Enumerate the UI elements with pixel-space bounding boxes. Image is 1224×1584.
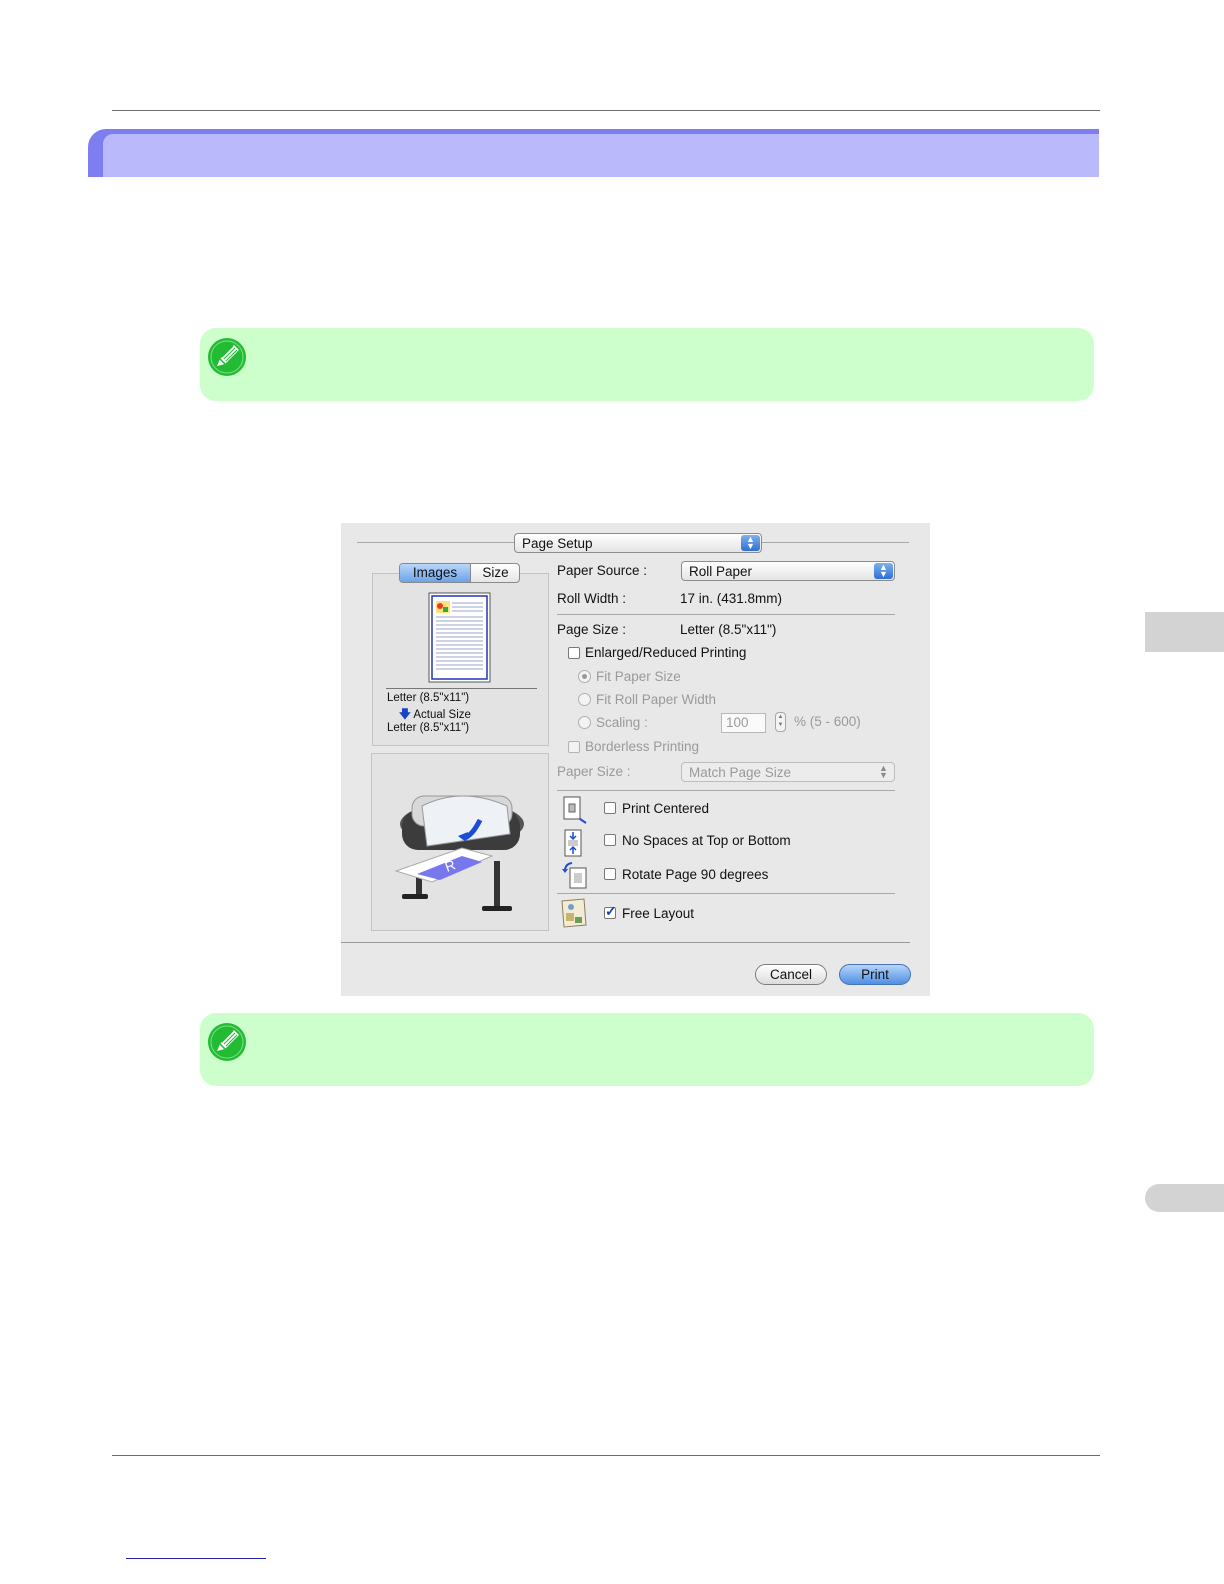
page-size-value: Letter (8.5"x11") [680,622,777,637]
scaling-range: % (5 - 600) [794,714,861,729]
print-centered-icon [563,796,587,824]
footer-link-underline[interactable] [126,1558,266,1559]
free-layout-icon [561,898,587,928]
preview-output-size: Letter (8.5"x11") [387,722,470,734]
printer-icon: R [394,795,524,911]
fit-roll-width-radio[interactable] [578,693,591,706]
fit-paper-size-radio[interactable] [578,670,591,683]
rotate-page-icon [562,862,587,889]
no-spaces-label: No Spaces at Top or Bottom [622,833,791,848]
top-rule [112,110,1100,111]
bottom-rule [112,1455,1100,1456]
preview-tab-switch: Images Size [399,563,520,583]
tab-images[interactable]: Images [400,564,471,582]
roll-width-value: 17 in. (431.8mm) [680,591,783,606]
preview-original-size: Letter (8.5"x11") [387,692,470,704]
paper-size-popup[interactable]: Match Page Size ▲ ▼ [681,762,895,782]
free-layout-label: Free Layout [622,906,695,921]
scaling-stepper[interactable]: ▲ ▼ [775,712,786,732]
scaling-label: Scaling : [596,715,648,730]
paper-source-label: Paper Source : [557,563,648,578]
paper-size-label: Paper Size : [557,764,631,779]
down-arrow-icon: 🡇 [399,709,411,721]
scaling-input[interactable]: 100 [721,713,766,733]
paper-source-popup[interactable]: Roll Paper ▲ ▼ [681,561,895,581]
page-setup-dialog: Page Setup ▲ ▼ Letter (8.5"x11") 🡇 Actual… [341,523,930,996]
free-layout-checkbox[interactable]: ✓ [604,903,617,919]
fit-roll-width-label: Fit Roll Paper Width [596,692,717,707]
popup-arrows-icon: ▲ ▼ [879,763,888,780]
print-centered-label: Print Centered [622,801,710,816]
print-centered-checkbox[interactable] [604,802,616,814]
note-box-1 [200,328,1094,401]
page-size-label: Page Size : [557,622,627,637]
popup-arrows-icon: ▲ ▼ [741,535,760,551]
rotate-page-checkbox[interactable] [604,868,616,880]
section-header-bar [88,129,1099,177]
enlarged-reduced-label: Enlarged/Reduced Printing [585,645,747,660]
printer-illustration-panel: R [371,753,549,931]
no-spaces-checkbox[interactable] [604,834,616,846]
note-pencil-icon [208,1023,246,1061]
fit-paper-size-label: Fit Paper Size [596,669,681,684]
rotate-page-label: Rotate Page 90 degrees [622,867,769,882]
chapter-tab [1145,612,1224,652]
roll-width-label: Roll Width : [557,591,627,606]
checkmark-icon: ✓ [605,903,617,919]
popup-arrows-icon: ▲ ▼ [874,563,893,579]
print-button[interactable]: Print [839,964,911,985]
tab-size[interactable]: Size [471,564,519,582]
cancel-button[interactable]: Cancel [755,964,827,985]
no-spaces-icon [564,829,582,857]
borderless-label: Borderless Printing [585,739,700,754]
enlarged-reduced-checkbox[interactable] [568,647,580,659]
index-tab [1145,1184,1224,1212]
page-setup-popup[interactable]: Page Setup ▲ ▼ [514,533,762,553]
preview-panel: Letter (8.5"x11") 🡇 Actual Size Letter (… [372,573,549,746]
note-box-2 [200,1013,1094,1086]
page-preview-icon [428,592,491,683]
note-pencil-icon [208,338,246,376]
borderless-checkbox[interactable] [568,741,580,753]
scaling-radio[interactable] [578,716,591,729]
